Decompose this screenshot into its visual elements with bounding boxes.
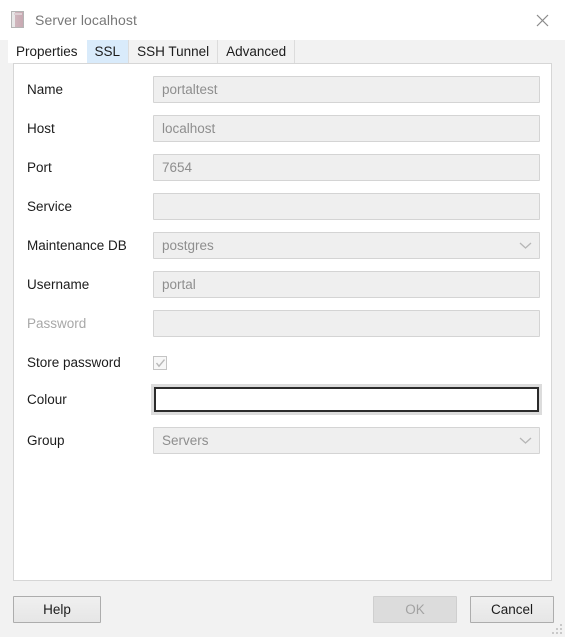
host-label: Host	[27, 121, 55, 136]
service-input[interactable]	[153, 193, 540, 220]
maintenance-db-value: postgres	[162, 238, 214, 253]
row-password: Password	[14, 310, 551, 337]
title-bar: Server localhost	[0, 0, 565, 40]
row-username: Username portal	[14, 271, 551, 298]
group-label: Group	[27, 433, 65, 448]
cancel-button[interactable]: Cancel	[470, 595, 554, 623]
port-input[interactable]: 7654	[153, 154, 540, 181]
port-label: Port	[27, 160, 52, 175]
row-host: Host localhost	[14, 115, 551, 142]
row-store-password: Store password	[14, 349, 551, 376]
tab-ssh-tunnel[interactable]: SSH Tunnel	[129, 40, 219, 63]
tab-advanced[interactable]: Advanced	[218, 40, 296, 63]
chevron-down-icon	[519, 428, 532, 453]
row-group: Group Servers	[14, 427, 551, 454]
group-value: Servers	[162, 433, 209, 448]
host-input[interactable]: localhost	[153, 115, 540, 142]
window-title: Server localhost	[35, 12, 137, 28]
help-button[interactable]: Help	[13, 595, 101, 623]
maintenance-db-select[interactable]: postgres	[153, 232, 540, 259]
store-password-label: Store password	[27, 355, 121, 370]
password-label: Password	[27, 316, 87, 331]
name-label: Name	[27, 82, 64, 97]
tab-ssl[interactable]: SSL	[86, 40, 130, 63]
resize-grip-icon[interactable]	[549, 621, 562, 634]
properties-form: Name portaltest Host localhost Port 7654…	[14, 64, 551, 454]
server-icon	[11, 11, 25, 29]
row-colour: Colour	[14, 384, 551, 415]
username-label: Username	[27, 277, 90, 292]
group-select[interactable]: Servers	[153, 427, 540, 454]
colour-label: Colour	[27, 392, 67, 407]
dialog-footer: Help OK Cancel	[0, 581, 565, 637]
username-input[interactable]: portal	[153, 271, 540, 298]
colour-picker-button[interactable]	[151, 384, 542, 415]
close-icon	[536, 14, 548, 26]
tab-properties[interactable]: Properties	[8, 40, 87, 63]
maintenance-db-label: Maintenance DB	[27, 238, 127, 253]
store-password-checkbox[interactable]	[153, 355, 167, 370]
row-maintenance-db: Maintenance DB postgres	[14, 232, 551, 259]
name-input[interactable]: portaltest	[153, 76, 540, 103]
row-port: Port 7654	[14, 154, 551, 181]
ok-button[interactable]: OK	[373, 595, 457, 623]
server-properties-dialog: Server localhost Properties SSL SSH Tunn…	[0, 0, 565, 637]
properties-panel: Name portaltest Host localhost Port 7654…	[13, 63, 552, 581]
chevron-down-icon	[519, 233, 532, 258]
close-button[interactable]	[519, 0, 565, 40]
password-input[interactable]	[153, 310, 540, 337]
row-service: Service	[14, 193, 551, 220]
check-icon	[155, 358, 166, 367]
row-name: Name portaltest	[14, 76, 551, 103]
tab-strip-filler	[295, 40, 565, 63]
tab-strip: Properties SSL SSH Tunnel Advanced	[0, 40, 565, 63]
service-label: Service	[27, 199, 73, 214]
